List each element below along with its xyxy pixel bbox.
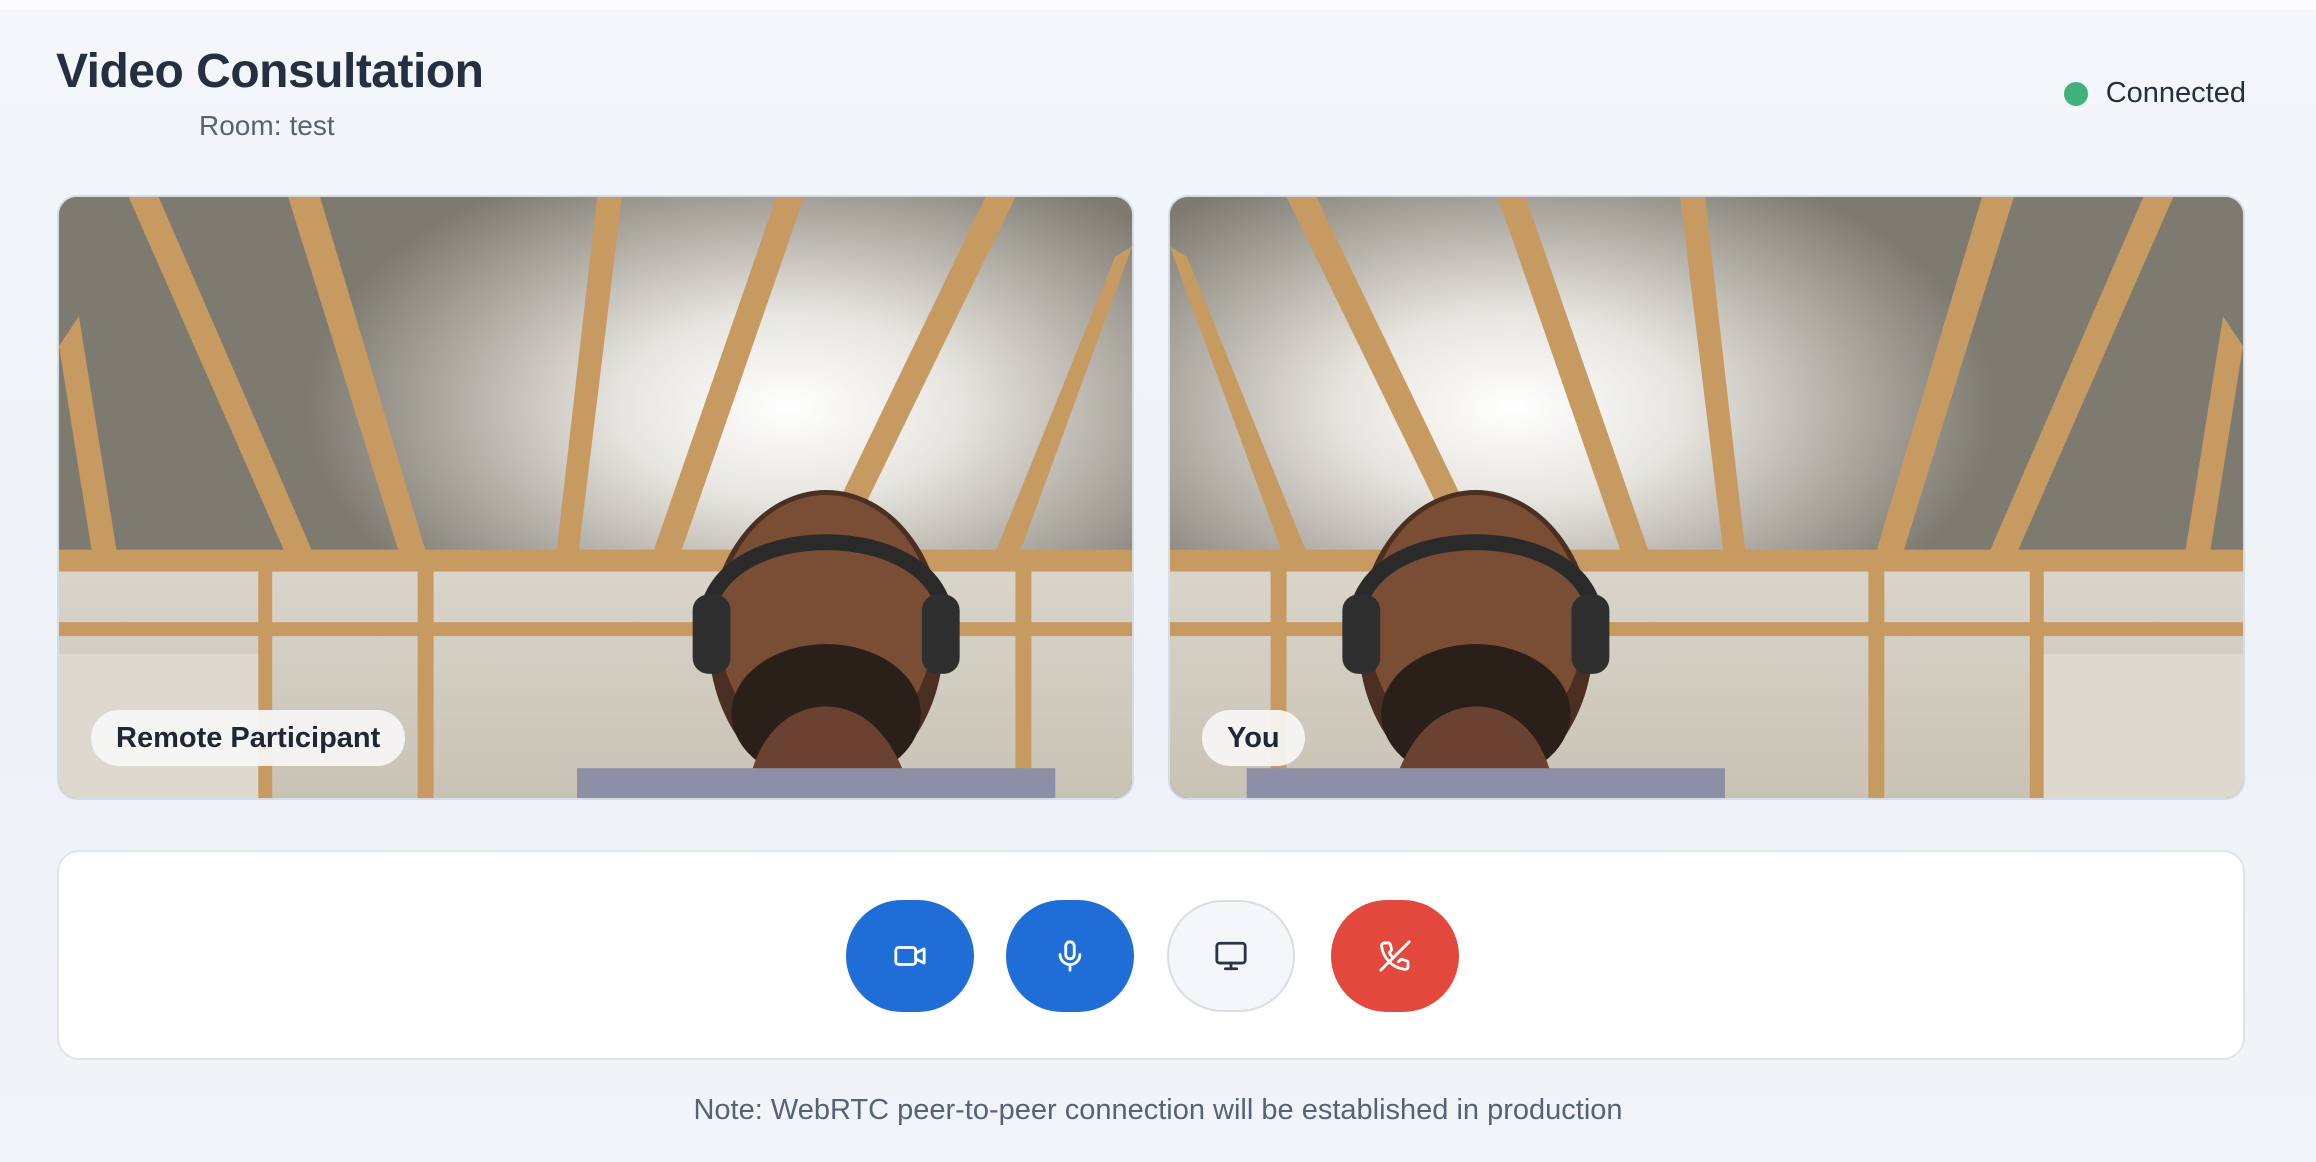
toggle-video-button[interactable]	[846, 900, 974, 1012]
microphone-icon	[1058, 940, 1082, 972]
page-header: Video Consultation Room: test Connected	[56, 44, 2246, 154]
webrtc-note: Note: WebRTC peer-to-peer connection wil…	[693, 1094, 1623, 1126]
top-edge	[0, 0, 2316, 10]
remote-video[interactable]: Remote Participant	[57, 195, 1134, 800]
room-info: Room: test	[199, 110, 335, 142]
phone-off-icon	[1379, 940, 1411, 972]
call-controls	[57, 850, 2245, 1060]
video-grid: Remote Participant You	[57, 195, 2245, 800]
remote-participant-label: Remote Participant	[91, 710, 406, 766]
room-name: test	[289, 110, 335, 141]
toggle-microphone-button[interactable]	[1006, 900, 1134, 1012]
share-screen-button[interactable]	[1167, 900, 1295, 1012]
local-participant-label: You	[1202, 710, 1305, 766]
connection-status: Connected	[2063, 77, 2246, 110]
video-camera-icon	[894, 946, 926, 966]
local-video-frame	[1170, 197, 2243, 798]
monitor-icon	[1215, 941, 1247, 971]
status-dot-icon	[2063, 81, 2088, 106]
local-video[interactable]: You	[1168, 195, 2245, 800]
room-label: Room:	[199, 110, 282, 141]
remote-video-frame	[59, 197, 1132, 798]
page-title: Video Consultation	[56, 45, 484, 98]
end-call-button[interactable]	[1331, 900, 1459, 1012]
status-text: Connected	[2105, 77, 2246, 109]
